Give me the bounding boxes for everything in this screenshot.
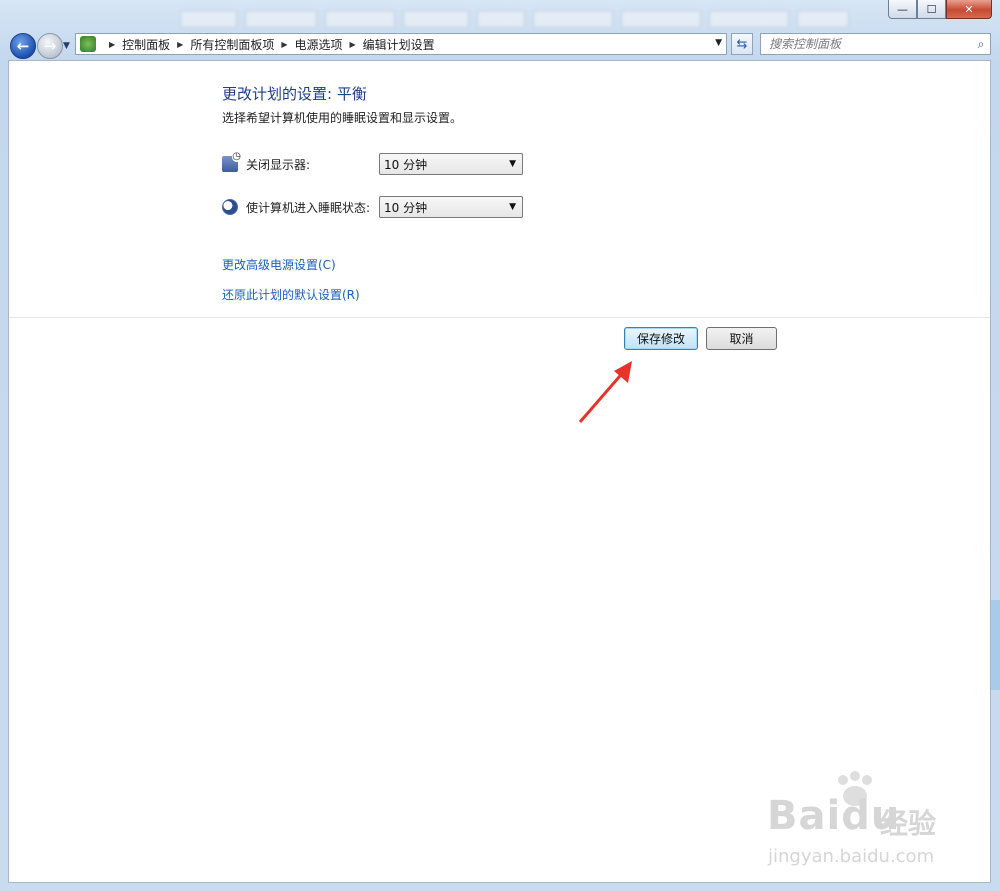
restore-defaults-link[interactable]: 还原此计划的默认设置(R) — [222, 286, 360, 303]
search-box: ⌕ — [760, 33, 991, 55]
search-icon[interactable]: ⌕ — [972, 37, 990, 52]
divider — [9, 317, 990, 318]
search-input[interactable] — [761, 34, 972, 54]
watermark-brand-cn: 经验 — [880, 807, 937, 840]
annotation-arrow-shaft — [578, 368, 628, 423]
refresh-button[interactable]: ⇆ — [731, 33, 753, 55]
watermark-url: jingyan.baidu.com — [768, 846, 935, 867]
breadcrumb-item-control-panel[interactable]: 控制面板 — [122, 36, 170, 53]
sleep-select[interactable]: 10 分钟 ▼ — [379, 196, 523, 218]
page-subtitle: 选择希望计算机使用的睡眠设置和显示设置。 — [222, 111, 463, 125]
display-off-setting: 关闭显示器: 10 分钟 ▼ — [222, 152, 523, 175]
save-changes-button[interactable]: 保存修改 — [624, 327, 698, 350]
maximize-button[interactable]: ☐ — [917, 0, 946, 19]
minimize-button[interactable]: — — [888, 0, 917, 19]
forward-button[interactable]: → — [37, 33, 63, 59]
moon-icon — [222, 199, 238, 215]
advanced-power-settings-link[interactable]: 更改高级电源设置(C) — [222, 256, 336, 273]
red-arrow-annotation — [578, 361, 632, 423]
cancel-button[interactable]: 取消 — [706, 327, 777, 350]
sleep-value: 10 分钟 — [384, 200, 428, 215]
address-dropdown-chevron-down-icon[interactable]: ▼ — [715, 38, 722, 48]
chevron-down-icon: ▼ — [509, 159, 516, 169]
refresh-icon: ⇆ — [736, 36, 748, 52]
breadcrumb: ▶ 控制面板 ▶ 所有控制面板项 ▶ 电源选项 ▶ 编辑计划设置 — [102, 36, 435, 53]
control-panel-icon — [80, 36, 96, 52]
chevron-down-icon: ▼ — [509, 202, 516, 212]
back-button[interactable]: ← — [10, 33, 36, 59]
caption-buttons: — ☐ ✕ — [888, 0, 992, 19]
window-edge-highlight — [991, 600, 1000, 690]
recent-pages-chevron-down-icon[interactable]: ▼ — [63, 41, 70, 51]
display-off-label: 关闭显示器: — [246, 157, 311, 172]
breadcrumb-separator-icon[interactable]: ▶ — [350, 40, 356, 49]
arrow-left-icon: ← — [16, 37, 30, 55]
arrow-right-icon: → — [43, 37, 57, 55]
breadcrumb-separator-icon[interactable]: ▶ — [177, 40, 183, 49]
navigation-bar: ← → ▼ ▶ 控制面板 ▶ 所有控制面板项 ▶ 电源选项 ▶ 编辑计划设置 ▼… — [0, 30, 1000, 60]
sleep-label: 使计算机进入睡眠状态: — [246, 200, 371, 215]
display-off-value: 10 分钟 — [384, 157, 428, 172]
address-bar[interactable]: ▶ 控制面板 ▶ 所有控制面板项 ▶ 电源选项 ▶ 编辑计划设置 ▼ — [75, 33, 727, 55]
breadcrumb-item-power-options[interactable]: 电源选项 — [295, 36, 343, 53]
close-button[interactable]: ✕ — [946, 0, 992, 19]
page-title: 更改计划的设置: 平衡 — [222, 85, 367, 103]
breadcrumb-separator-icon[interactable]: ▶ — [281, 40, 287, 49]
monitor-icon — [222, 152, 241, 172]
baidu-watermark: Baidu 经验 jingyan.baidu.com — [750, 770, 970, 880]
content-pane: 更改计划的设置: 平衡 选择希望计算机使用的睡眠设置和显示设置。 关闭显示器: … — [8, 60, 991, 883]
sleep-setting: 使计算机进入睡眠状态: 10 分钟 ▼ — [222, 196, 523, 218]
breadcrumb-item-edit-plan[interactable]: 编辑计划设置 — [363, 36, 435, 53]
display-off-select[interactable]: 10 分钟 ▼ — [379, 153, 523, 175]
background-taskbar-blur — [180, 6, 890, 30]
breadcrumb-separator-icon[interactable]: ▶ — [109, 40, 115, 49]
control-panel-window: — ☐ ✕ ← → ▼ ▶ 控制面板 ▶ 所有控制面板项 ▶ 电源选项 ▶ 编辑… — [0, 0, 1000, 891]
breadcrumb-item-all-items[interactable]: 所有控制面板项 — [190, 36, 274, 53]
